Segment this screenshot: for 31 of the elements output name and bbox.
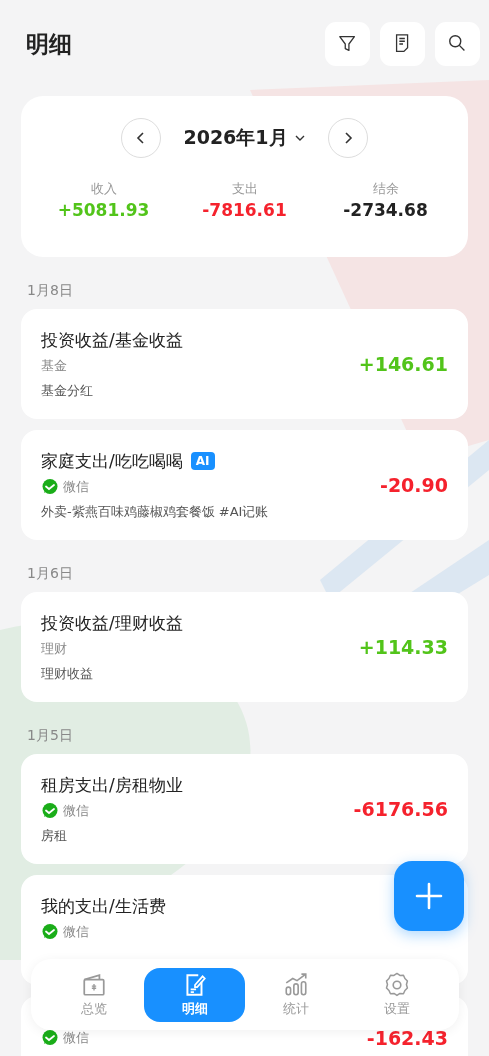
note-text: 房租 bbox=[41, 827, 68, 845]
category-label: 投资收益/基金收益 bbox=[41, 328, 183, 352]
account-label: 微信 bbox=[63, 802, 89, 820]
amount-text: +114.33 bbox=[358, 636, 448, 658]
stat-value: +5081.93 bbox=[56, 199, 151, 222]
category-label: 我的支出/生活费 bbox=[41, 894, 166, 918]
category-label: 家庭支出/吃吃喝喝 bbox=[41, 449, 183, 473]
amount-text: +146.61 bbox=[358, 353, 448, 375]
account-label: 微信 bbox=[63, 923, 89, 941]
note-text: 基金分红 bbox=[41, 382, 94, 400]
date-header: 1月6日 bbox=[26, 564, 74, 583]
date-header: 1月5日 bbox=[26, 726, 74, 745]
account-label: 微信 bbox=[63, 1029, 89, 1047]
account-label: 微信 bbox=[63, 478, 89, 496]
amount-text: -162.43 bbox=[366, 1028, 448, 1049]
amount-text: -20.90 bbox=[380, 474, 448, 496]
stat-value: -2734.68 bbox=[342, 199, 429, 222]
ai-badge: AI bbox=[190, 452, 215, 470]
page-title: 明细 bbox=[26, 29, 72, 59]
note-text: 外卖-紫燕百味鸡藤椒鸡套餐饭 #AI记账 bbox=[41, 503, 269, 521]
stat-label: 结余 bbox=[371, 180, 400, 198]
note-text: 理财收益 bbox=[41, 665, 94, 683]
category-label: 投资收益/理财收益 bbox=[41, 611, 183, 635]
amount-text: -6176.56 bbox=[353, 798, 448, 820]
date-header: 1月8日 bbox=[26, 281, 74, 300]
account-label: 基金 bbox=[41, 357, 67, 375]
category-label: 租房支出/房租物业 bbox=[41, 773, 183, 797]
account-label: 理财 bbox=[41, 640, 67, 658]
stat-label: 支出 bbox=[230, 180, 259, 198]
stat-value: -7816.61 bbox=[201, 199, 288, 222]
stat-label: 收入 bbox=[89, 180, 118, 198]
